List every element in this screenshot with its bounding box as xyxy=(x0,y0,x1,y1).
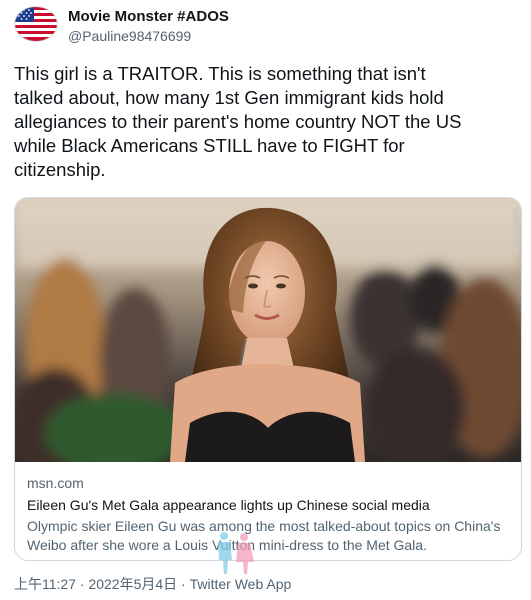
link-preview-card[interactable]: msn.com Eileen Gu's Met Gala appearance … xyxy=(14,197,522,561)
card-description-line: Weibo after she wore a Louis Vuitton min… xyxy=(27,537,427,553)
tweet: Movie Monster #ADOS @Pauline98476699 Thi… xyxy=(0,0,531,600)
tweet-text: This girl is a TRAITOR. This is somethin… xyxy=(14,62,519,182)
card-meta: msn.com Eileen Gu's Met Gala appearance … xyxy=(27,474,512,555)
tweet-text-line: allegiances to their parent's home count… xyxy=(14,111,462,132)
user-handle[interactable]: @Pauline98476699 xyxy=(68,28,191,44)
user-display-name[interactable]: Movie Monster #ADOS xyxy=(68,8,229,25)
tweet-text-line: talked about, how many 1st Gen immigrant… xyxy=(14,87,444,108)
card-domain: msn.com xyxy=(27,475,84,491)
card-title[interactable]: Eileen Gu's Met Gala appearance lights u… xyxy=(27,496,512,515)
card-description: Olympic skier Eileen Gu was among the mo… xyxy=(27,517,512,555)
tweet-text-line: This girl is a TRAITOR. This is somethin… xyxy=(14,63,426,84)
tweet-header: Movie Monster #ADOS @Pauline98476699 xyxy=(14,6,514,46)
card-description-line: Olympic skier Eileen Gu was among the mo… xyxy=(27,518,501,534)
tweet-timestamp[interactable]: 上午11:27 · 2022年5月4日 · Twitter Web App xyxy=(14,574,291,594)
tweet-text-line: citizenship. xyxy=(14,159,106,180)
tweet-text-line: while Black Americans STILL have to FIGH… xyxy=(14,135,405,156)
card-photo[interactable] xyxy=(15,198,521,462)
watermark-figures-icon xyxy=(218,532,254,574)
us-flag-avatar-icon[interactable] xyxy=(14,6,58,42)
